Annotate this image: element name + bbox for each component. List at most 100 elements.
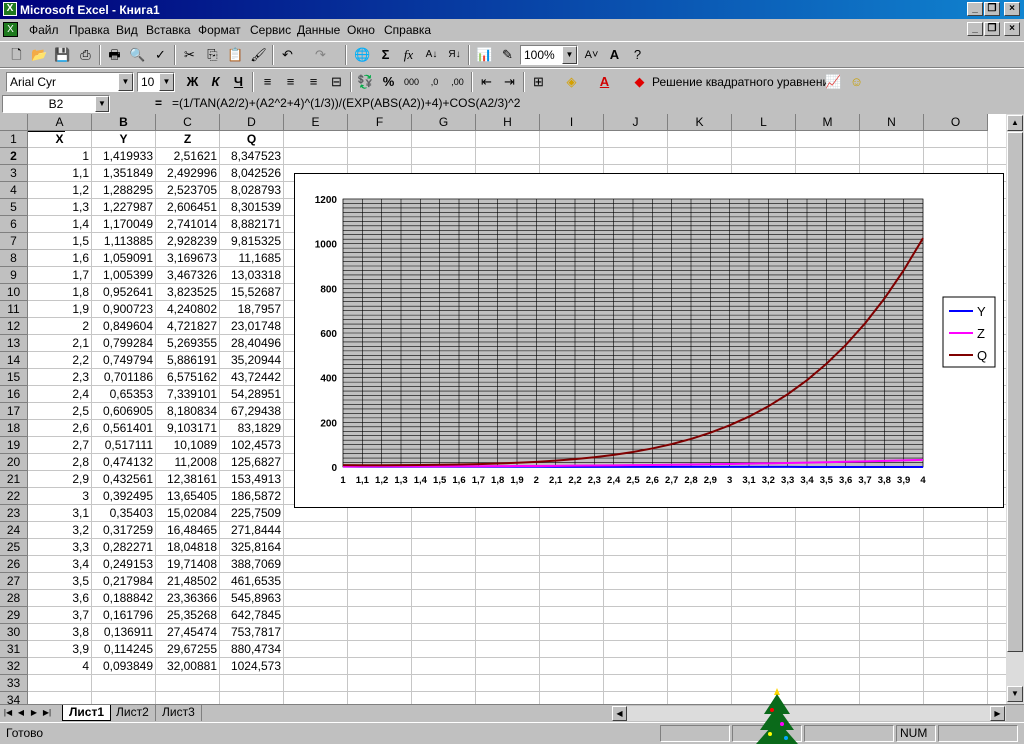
prev-sheet-icon[interactable]: ◀ [15,705,27,721]
row-header[interactable]: 18 [0,420,28,437]
table-cell[interactable]: 1,6 [28,250,91,267]
row-header[interactable]: 1 [0,131,28,148]
row-header[interactable]: 13 [0,335,28,352]
chevron-down-icon[interactable]: ▼ [95,96,109,112]
table-cell[interactable]: 1,1 [28,165,91,182]
table-cell[interactable]: 15,52687 [220,284,283,301]
table-cell[interactable]: 16,48465 [156,522,219,539]
table-cell[interactable]: 2,7 [28,437,91,454]
table-cell[interactable]: 11,2008 [156,454,219,471]
italic-icon[interactable]: К [205,72,226,92]
table-cell[interactable]: 4,240802 [156,301,219,318]
table-cell[interactable]: 0,217984 [92,573,155,590]
table-cell[interactable]: 1 [28,148,91,165]
row-header[interactable]: 3 [0,165,28,182]
row-header[interactable]: 27 [0,573,28,590]
table-cell[interactable]: 0,093849 [92,658,155,675]
table-cell[interactable]: 0,392495 [92,488,155,505]
table-cell[interactable]: 23,01748 [220,318,283,335]
table-cell[interactable]: 0,900723 [92,301,155,318]
open-icon[interactable]: 📂 [29,45,50,65]
sheet-tab-3[interactable]: Лист3 [156,705,202,721]
menu-data[interactable]: Данные [297,23,340,37]
table-cell[interactable]: 8,347523 [220,148,283,165]
row-header[interactable]: 6 [0,216,28,233]
table-cell[interactable]: 7,339101 [156,386,219,403]
table-cell[interactable]: 1,3 [28,199,91,216]
redo-icon[interactable]: ↷ [310,45,331,65]
table-cell[interactable]: 10,1089 [156,437,219,454]
table-cell[interactable]: 0,317259 [92,522,155,539]
table-cell[interactable]: 1,288295 [92,182,155,199]
table-cell[interactable]: 0,952641 [92,284,155,301]
autosum-icon[interactable]: Σ [375,45,396,65]
table-cell[interactable]: 18,7957 [220,301,283,318]
row-header[interactable]: 33 [0,675,28,692]
table-cell[interactable]: 102,4573 [220,437,283,454]
table-cell[interactable]: 3,3 [28,539,91,556]
menu-format[interactable]: Формат [198,23,241,37]
table-cell[interactable]: 11,1685 [220,250,283,267]
column-header-g[interactable]: G [412,114,476,131]
table-cell[interactable]: 2,8 [28,454,91,471]
table-cell[interactable]: 2,3 [28,369,91,386]
column-header-l[interactable]: L [732,114,796,131]
row-header[interactable]: 10 [0,284,28,301]
table-cell[interactable]: 4 [28,658,91,675]
vertical-scrollbar[interactable]: ▲ ▼ [1006,114,1024,704]
row-header[interactable]: 9 [0,267,28,284]
table-cell[interactable]: 2 [28,318,91,335]
column-header-c[interactable]: C [156,114,220,131]
scroll-thumb[interactable] [1007,132,1023,652]
table-cell[interactable]: 6,575162 [156,369,219,386]
table-cell[interactable]: 3,823525 [156,284,219,301]
table-cell[interactable]: 2,6 [28,420,91,437]
table-cell[interactable]: 3,9 [28,641,91,658]
row-header[interactable]: 20 [0,454,28,471]
table-cell[interactable]: 8,180834 [156,403,219,420]
column-header-b[interactable]: B [92,114,156,131]
column-title-cell[interactable]: Y [92,131,155,148]
table-cell[interactable]: 2,2 [28,352,91,369]
doc-minimize-icon[interactable]: _ [967,22,983,36]
macro-diamond-icon[interactable]: ◆ [629,72,650,92]
table-cell[interactable]: 3,7 [28,607,91,624]
table-cell[interactable]: 43,72442 [220,369,283,386]
table-cell[interactable]: 0,606905 [92,403,155,420]
row-header[interactable]: 16 [0,386,28,403]
row-header[interactable]: 26 [0,556,28,573]
table-cell[interactable]: 2,51621 [156,148,219,165]
column-header-k[interactable]: K [668,114,732,131]
table-cell[interactable]: 2,606451 [156,199,219,216]
doc-close-icon[interactable]: × [1004,22,1020,36]
chevron-down-icon[interactable]: ▼ [159,73,174,91]
menu-window[interactable]: Окно [347,23,375,37]
table-cell[interactable]: 2,492996 [156,165,219,182]
table-cell[interactable]: 0,65353 [92,386,155,403]
increase-decimal-icon[interactable]: ,0 [424,72,445,92]
chart-edit-icon[interactable]: 📈 [823,72,844,92]
smiley-icon[interactable]: ☺ [846,72,867,92]
drawing-icon[interactable]: ✎ [497,45,518,65]
merge-center-icon[interactable]: ⊟ [326,72,347,92]
table-cell[interactable]: 13,03318 [220,267,283,284]
menu-insert[interactable]: Вставка [146,23,191,37]
decrease-decimal-icon[interactable]: ,00 [447,72,468,92]
row-header[interactable]: 30 [0,624,28,641]
borders-icon[interactable]: ⊞ [528,72,549,92]
table-cell[interactable]: 4,721827 [156,318,219,335]
sheet-tab-1[interactable]: Лист1 [62,705,112,721]
column-header-j[interactable]: J [604,114,668,131]
column-header-h[interactable]: H [476,114,540,131]
table-cell[interactable]: 0,114245 [92,641,155,658]
next-sheet-icon[interactable]: ▶ [28,705,40,721]
table-cell[interactable]: 153,4913 [220,471,283,488]
table-cell[interactable]: 12,38161 [156,471,219,488]
table-cell[interactable]: 0,136911 [92,624,155,641]
table-cell[interactable]: 54,28951 [220,386,283,403]
sheet-tab-2[interactable]: Лист2 [110,705,156,721]
table-cell[interactable]: 1,2 [28,182,91,199]
table-cell[interactable]: 9,815325 [220,233,283,250]
currency-icon[interactable]: 💱 [355,72,376,92]
column-header-m[interactable]: M [796,114,860,131]
